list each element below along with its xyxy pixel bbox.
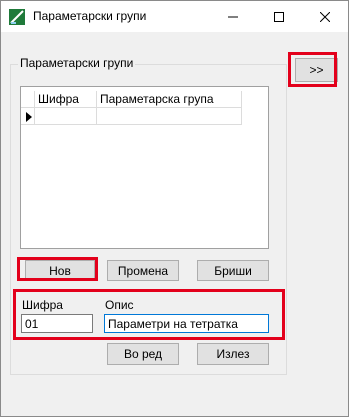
cell-group[interactable] [97, 108, 242, 125]
table-row[interactable] [21, 108, 242, 125]
close-icon [320, 11, 330, 22]
exit-button[interactable]: Излез [197, 343, 269, 365]
description-input[interactable] [104, 314, 269, 333]
group-legend: Параметарски групи [18, 56, 136, 70]
column-header-group[interactable]: Параметарска група [97, 91, 242, 108]
code-input[interactable] [21, 314, 93, 333]
cell-code[interactable] [35, 108, 97, 125]
row-selector[interactable] [21, 108, 35, 125]
maximize-icon [274, 11, 284, 22]
close-button[interactable] [302, 1, 348, 32]
window-title: Параметарски групи [33, 9, 147, 23]
minimize-button[interactable] [210, 1, 256, 32]
description-label: Опис [105, 298, 134, 312]
row-pointer-icon [26, 112, 32, 122]
grid-header: Шифра Параметарска група [21, 91, 242, 108]
title-bar: Параметарски групи [1, 1, 348, 32]
maximize-button[interactable] [256, 1, 302, 32]
delete-button[interactable]: Бриши [197, 260, 269, 281]
app-logo-icon [9, 9, 25, 25]
dialog-window: Параметарски групи >> Параметарски групи… [0, 0, 349, 417]
new-button[interactable]: Нов [25, 260, 95, 281]
parameter-groups-grid[interactable]: Шифра Параметарска група [20, 86, 269, 249]
code-label: Шифра [22, 298, 63, 312]
expand-button[interactable]: >> [295, 58, 338, 82]
ok-button[interactable]: Во ред [107, 343, 179, 365]
column-header-code[interactable]: Шифра [35, 91, 97, 108]
minimize-icon [228, 16, 238, 17]
row-header-corner [21, 91, 35, 108]
edit-button[interactable]: Промена [107, 260, 179, 281]
